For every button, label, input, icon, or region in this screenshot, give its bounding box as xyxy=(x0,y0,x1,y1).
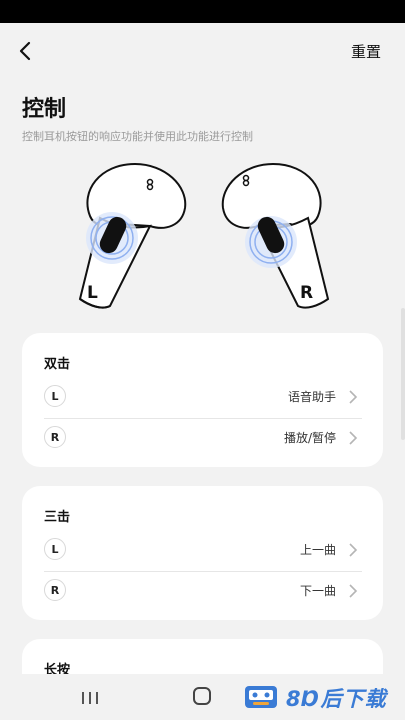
chevron-right-icon xyxy=(349,543,358,557)
left-earbud-icon: L xyxy=(78,162,187,309)
right-side-badge: R xyxy=(44,426,66,448)
double-tap-card: 双击 L 语音助手 R 播放/暂停 xyxy=(22,333,383,467)
right-earbud-icon: R xyxy=(221,162,330,309)
row-divider xyxy=(44,418,362,419)
page-title: 控制 xyxy=(22,97,67,122)
scrollbar[interactable] xyxy=(401,308,405,440)
double-tap-right-row[interactable]: R 播放/暂停 xyxy=(44,418,362,458)
row-value: 语音助手 xyxy=(287,390,336,404)
left-earbud-letter: L xyxy=(87,283,98,303)
recent-apps-icon[interactable] xyxy=(80,690,100,706)
watermark: 8Ɒ后下载 xyxy=(242,682,402,712)
page-description: 控制耳机按钮的响应功能并使用此功能进行控制 xyxy=(22,130,253,143)
left-side-badge: L xyxy=(44,385,66,407)
row-value: 上一曲 xyxy=(299,543,336,557)
system-nav-bar: 8Ɒ后下载 xyxy=(0,674,405,720)
chevron-right-icon xyxy=(349,584,358,598)
double-tap-left-row[interactable]: L 语音助手 xyxy=(44,377,362,417)
back-arrow-icon xyxy=(19,41,31,61)
right-side-badge: R xyxy=(44,579,66,601)
section-title-double-tap: 双击 xyxy=(44,357,71,372)
long-press-card: 长按 xyxy=(22,639,383,679)
section-title-triple-tap: 三击 xyxy=(44,510,71,525)
row-value: 下一曲 xyxy=(299,584,336,598)
chevron-right-icon xyxy=(349,431,358,445)
right-earbud-letter: R xyxy=(300,283,313,303)
watermark-logo-icon xyxy=(245,686,277,708)
earbuds-illustration: L R xyxy=(60,156,350,316)
reset-button[interactable]: 重置 xyxy=(351,41,381,62)
watermark-text: 8Ɒ后下载 xyxy=(286,687,387,711)
back-button[interactable] xyxy=(10,36,40,66)
row-divider xyxy=(44,571,362,572)
triple-tap-card: 三击 L 上一曲 R 下一曲 xyxy=(22,486,383,620)
status-bar xyxy=(0,0,405,23)
chevron-right-icon xyxy=(349,390,358,404)
triple-tap-left-row[interactable]: L 上一曲 xyxy=(44,530,362,570)
top-bar: 重置 xyxy=(0,30,405,74)
triple-tap-right-row[interactable]: R 下一曲 xyxy=(44,571,362,611)
home-icon[interactable] xyxy=(193,687,211,705)
left-side-badge: L xyxy=(44,538,66,560)
row-value: 播放/暂停 xyxy=(283,431,336,445)
